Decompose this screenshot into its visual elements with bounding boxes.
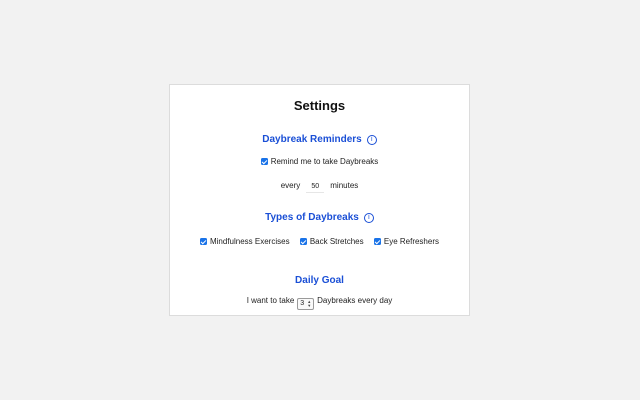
types-heading-text: Types of Daybreaks — [265, 212, 359, 223]
remind-label: Remind me to take Daybreaks — [270, 157, 379, 166]
daily-goal-heading: Daily Goal — [295, 275, 344, 286]
remind-row: Remind me to take Daybreaks — [170, 157, 469, 166]
type-back-stretches[interactable]: Back Stretches — [299, 237, 364, 246]
remind-checkbox[interactable] — [260, 158, 268, 165]
back-stretches-checkbox[interactable] — [299, 238, 307, 245]
goal-suffix: Daybreaks every day — [317, 296, 393, 305]
interval-row: every 50 minutes — [170, 181, 469, 193]
goal-value: 3 — [300, 300, 305, 307]
info-icon[interactable]: i — [366, 135, 377, 145]
mindfulness-checkbox[interactable] — [199, 238, 207, 245]
mindfulness-label: Mindfulness Exercises — [209, 237, 290, 246]
eye-refreshers-checkbox[interactable] — [373, 238, 381, 245]
every-label: every — [280, 181, 301, 190]
types-heading: Types of Daybreaks i — [170, 212, 469, 223]
page-title: Settings — [293, 98, 346, 113]
goal-prefix: I want to take — [246, 296, 295, 305]
up-down-arrows-icon[interactable]: ▲ ▼ — [307, 300, 311, 308]
minutes-input[interactable]: 50 — [306, 181, 325, 193]
goal-stepper[interactable]: 3 ▲ ▼ — [297, 298, 315, 310]
type-mindfulness[interactable]: Mindfulness Exercises — [199, 237, 290, 246]
minutes-label: minutes — [330, 181, 359, 190]
type-eye-refreshers[interactable]: Eye Refreshers — [373, 237, 439, 246]
back-stretches-label: Back Stretches — [309, 237, 364, 246]
info-icon[interactable]: i — [363, 213, 374, 223]
daybreak-reminders-heading-text: Daybreak Reminders — [262, 134, 362, 145]
daybreak-reminders-heading: Daybreak Reminders i — [170, 134, 469, 145]
settings-panel: Settings Daybreak Reminders i Remind me t… — [169, 84, 470, 316]
goal-row: I want to take 3 ▲ ▼ Daybreaks every day — [170, 296, 469, 310]
eye-refreshers-label: Eye Refreshers — [383, 237, 439, 246]
types-row: Mindfulness Exercises Back Stretches Eye… — [170, 237, 469, 246]
